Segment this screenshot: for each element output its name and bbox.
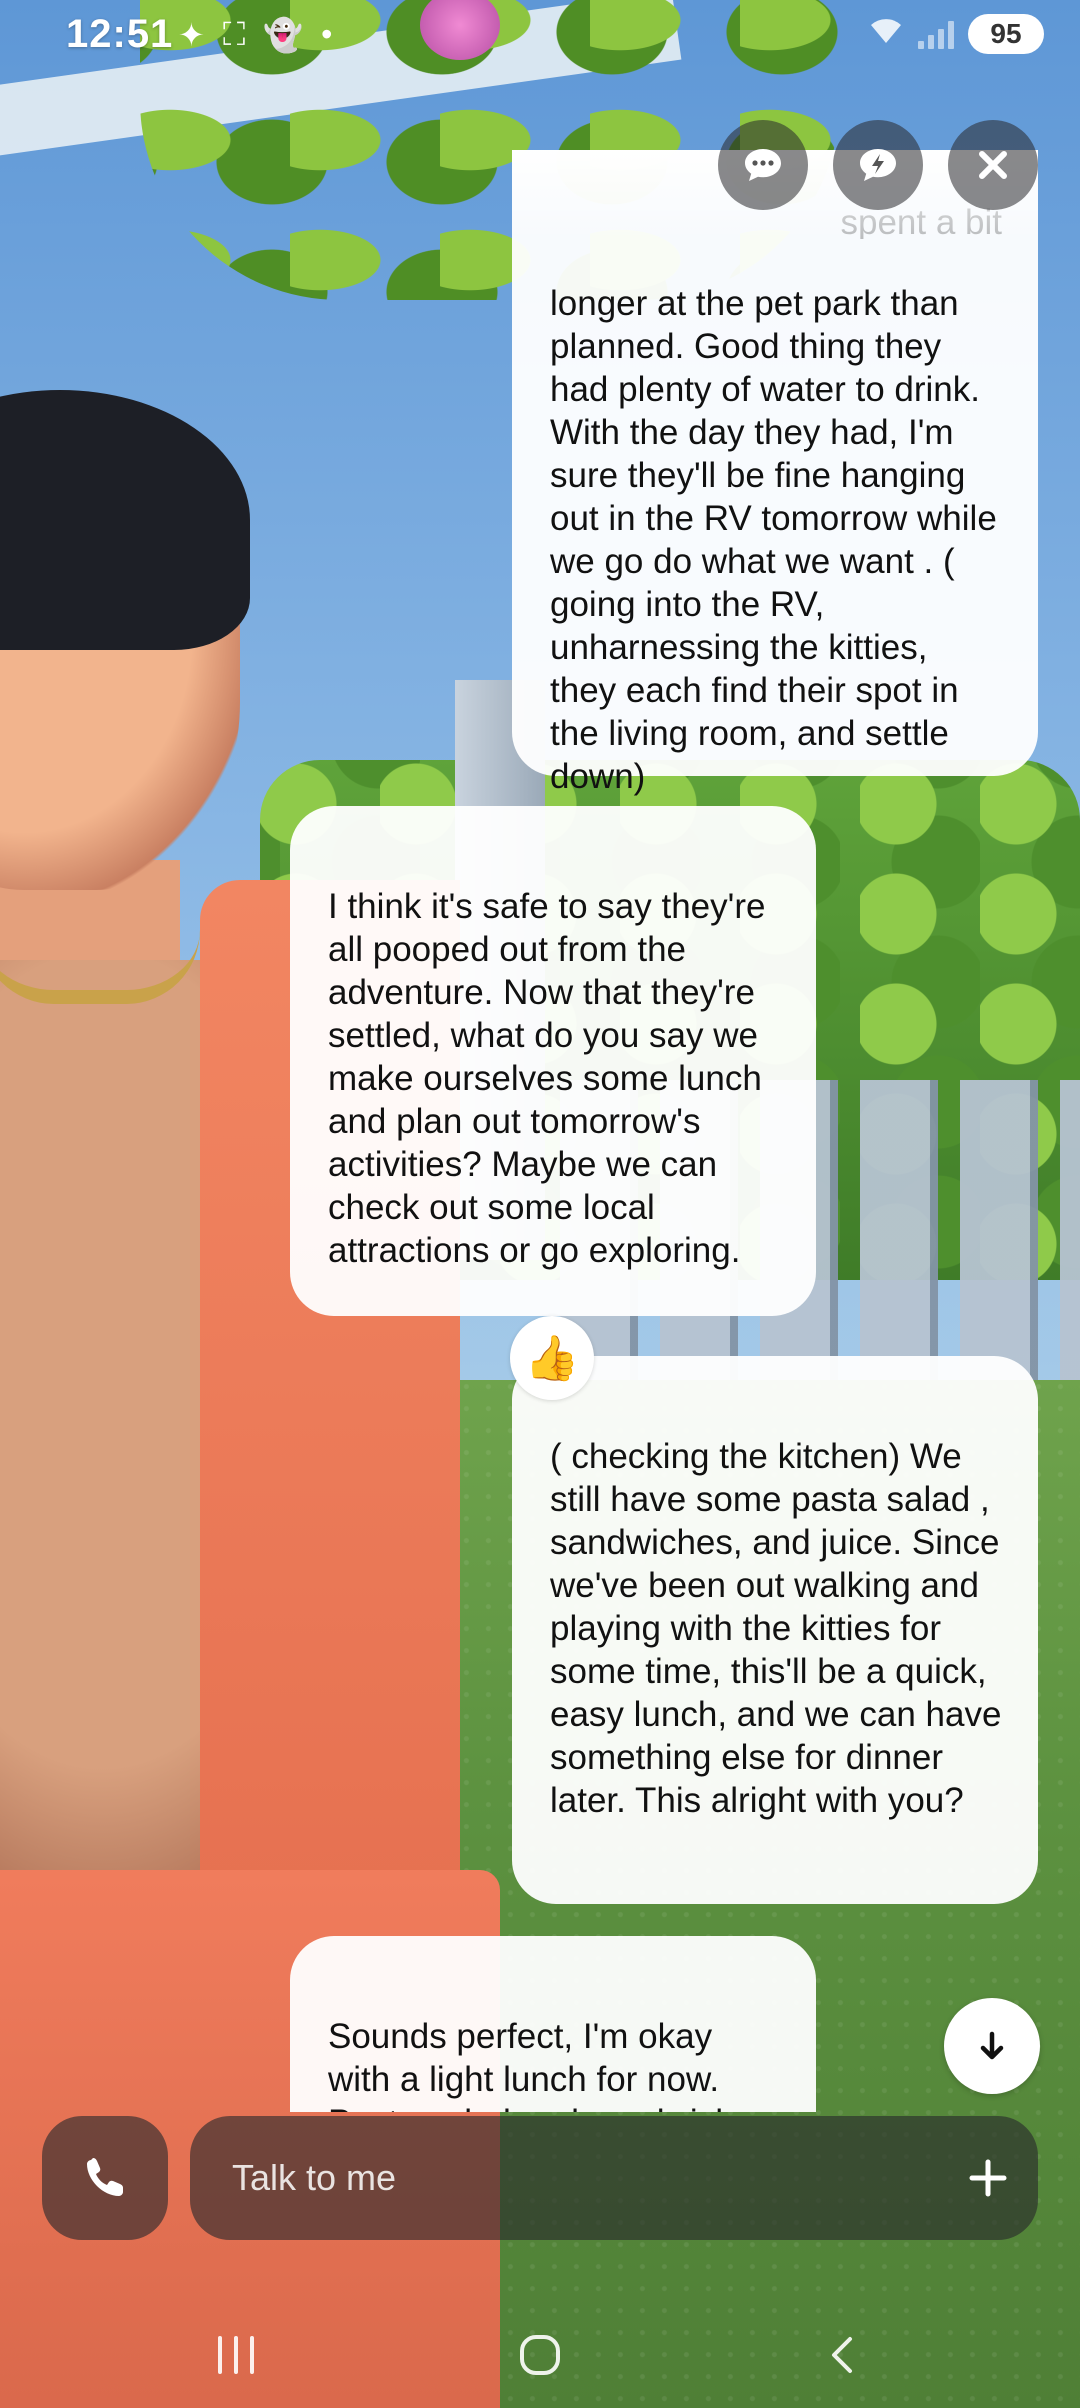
home-icon [520, 2335, 560, 2375]
message-input[interactable]: Talk to me [190, 2116, 1038, 2240]
recents-icon [218, 2336, 254, 2374]
status-time: 12:51 [66, 12, 174, 56]
message-bubble-ai: Sounds perfect, I'm okay with a light lu… [290, 1936, 816, 2112]
reaction-thumbs-up[interactable]: 👍 [510, 1316, 594, 1400]
plus-icon [969, 2159, 1007, 2197]
screenshot-icon: ⛶ [222, 16, 246, 52]
sparkle-icon: ✦ [178, 17, 205, 53]
dot-icon: • [321, 16, 333, 52]
phone-icon [87, 2158, 123, 2196]
status-notification-icons: ✦ ⛶ 👻 • [178, 16, 332, 54]
close-button[interactable] [948, 120, 1038, 210]
message-text: longer at the pet park than planned. Goo… [550, 284, 997, 796]
message-bubble-user: spent a bit longer at the pet park than … [512, 150, 1038, 796]
snapchat-icon: 👻 [263, 17, 304, 53]
back-button[interactable] [784, 2320, 904, 2390]
add-attachment-button[interactable] [938, 2128, 1038, 2228]
message-bubble-user: ( checking the kitchen) We still have so… [512, 1356, 1038, 1904]
home-button[interactable] [480, 2320, 600, 2390]
quick-reply-button[interactable] [833, 120, 923, 210]
message-bubble-ai: I think it's safe to say they're all poo… [290, 806, 816, 1316]
chat-mode-button[interactable] [718, 120, 808, 210]
recents-button[interactable] [176, 2320, 296, 2390]
navigation-bar [0, 2300, 1080, 2408]
status-right: 95 [868, 14, 1044, 54]
signal-icon [918, 19, 954, 49]
status-bar: 12:51 ✦ ⛶ 👻 • 95 [0, 0, 1080, 70]
wifi-icon [868, 15, 904, 53]
speech-bubble-icon [745, 149, 781, 181]
scroll-to-bottom-button[interactable] [944, 1998, 1040, 2094]
lightning-bubble-icon [860, 149, 896, 181]
arrow-down-icon [980, 2031, 1004, 2060]
message-input-placeholder: Talk to me [232, 2157, 397, 2198]
call-button[interactable] [42, 2116, 168, 2240]
back-icon [832, 2337, 852, 2373]
message-text: Sounds perfect, I'm okay with a light lu… [328, 2017, 772, 2112]
battery-level: 95 [968, 14, 1044, 54]
message-text: ( checking the kitchen) We still have so… [550, 1437, 1002, 1820]
message-text: I think it's safe to say they're all poo… [328, 887, 766, 1270]
close-icon [979, 151, 1007, 179]
